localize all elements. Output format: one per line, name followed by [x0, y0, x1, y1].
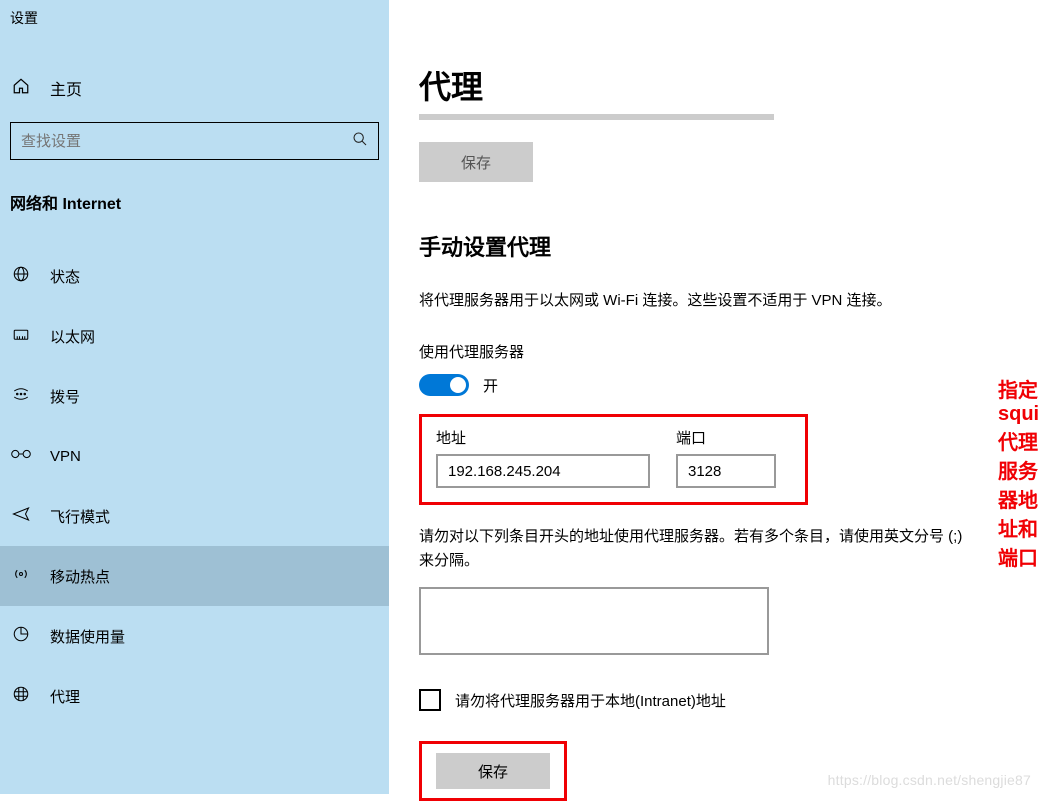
sidebar-item-label: 状态	[50, 266, 80, 287]
address-field-col: 地址	[436, 427, 650, 488]
sidebar-item-status[interactable]: 状态	[0, 246, 389, 306]
manual-proxy-header: 手动设置代理	[419, 230, 1009, 262]
toggle-row: 开	[419, 374, 1009, 396]
sidebar-item-airplane[interactable]: 飞行模式	[0, 486, 389, 546]
address-label: 地址	[436, 427, 650, 448]
data-icon	[10, 625, 32, 648]
home-item[interactable]: 主页	[0, 64, 389, 112]
address-input[interactable]	[436, 454, 650, 488]
checkbox-row: 请勿将代理服务器用于本地(Intranet)地址	[419, 689, 1009, 711]
sidebar-item-dialup[interactable]: 拨号	[0, 366, 389, 426]
page-title: 代理	[419, 62, 1009, 108]
sidebar-item-proxy[interactable]: 代理	[0, 666, 389, 726]
nav-list: 状态 以太网 拨号 VPN 飞行模式	[0, 246, 389, 726]
dialup-icon	[10, 385, 32, 408]
settings-title: 设置	[0, 0, 389, 36]
sidebar-item-label: 数据使用量	[50, 626, 125, 647]
home-label: 主页	[50, 76, 82, 100]
toggle-knob	[450, 377, 466, 393]
bypass-desc: 请勿对以下列条目开头的地址使用代理服务器。若有多个条目，请使用英文分号 (;) …	[419, 525, 979, 573]
search-input[interactable]	[21, 133, 352, 150]
sidebar-item-vpn[interactable]: VPN	[0, 426, 389, 486]
sidebar-item-label: 拨号	[50, 386, 80, 407]
save-button-bottom[interactable]: 保存	[436, 753, 550, 789]
port-input[interactable]	[676, 454, 776, 488]
sidebar-item-hotspot[interactable]: 移动热点	[0, 546, 389, 606]
use-proxy-label: 使用代理服务器	[419, 341, 1009, 362]
hotspot-icon	[10, 565, 32, 588]
search-icon	[352, 131, 368, 151]
save-button-highlight: 保存	[419, 741, 567, 801]
port-field-col: 端口	[676, 427, 776, 488]
search-box[interactable]	[10, 122, 379, 160]
port-label: 端口	[676, 427, 776, 448]
intranet-checkbox[interactable]	[419, 689, 441, 711]
annotation-text: 指定squid代理服务器地址和端口	[998, 374, 1039, 571]
sidebar-item-label: VPN	[50, 448, 81, 465]
divider	[419, 114, 774, 120]
globe-icon	[10, 265, 32, 288]
bypass-input[interactable]	[419, 587, 769, 655]
main-content: 代理 保存 手动设置代理 将代理服务器用于以太网或 Wi-Fi 连接。这些设置不…	[389, 0, 1039, 794]
vpn-icon	[10, 446, 32, 466]
address-port-box: 地址 端口	[419, 414, 808, 505]
sidebar-item-label: 代理	[50, 686, 80, 707]
toggle-state: 开	[483, 375, 498, 396]
sidebar-item-data-usage[interactable]: 数据使用量	[0, 606, 389, 666]
sidebar: 设置 主页 网络和 Internet 状态 以太网	[0, 0, 389, 794]
airplane-icon	[10, 505, 32, 528]
intranet-checkbox-label: 请勿将代理服务器用于本地(Intranet)地址	[455, 690, 726, 711]
ethernet-icon	[10, 325, 32, 348]
proxy-icon	[10, 685, 32, 708]
sidebar-item-label: 以太网	[50, 326, 95, 347]
proxy-toggle[interactable]	[419, 374, 469, 396]
watermark: https://blog.csdn.net/shengjie87	[828, 772, 1031, 788]
sidebar-item-label: 移动热点	[50, 566, 110, 587]
sidebar-item-ethernet[interactable]: 以太网	[0, 306, 389, 366]
sidebar-item-label: 飞行模式	[50, 506, 110, 527]
section-header: 网络和 Internet	[0, 160, 389, 226]
save-button-top[interactable]: 保存	[419, 142, 533, 182]
home-icon	[10, 77, 32, 100]
manual-proxy-desc: 将代理服务器用于以太网或 Wi-Fi 连接。这些设置不适用于 VPN 连接。	[419, 290, 1009, 311]
